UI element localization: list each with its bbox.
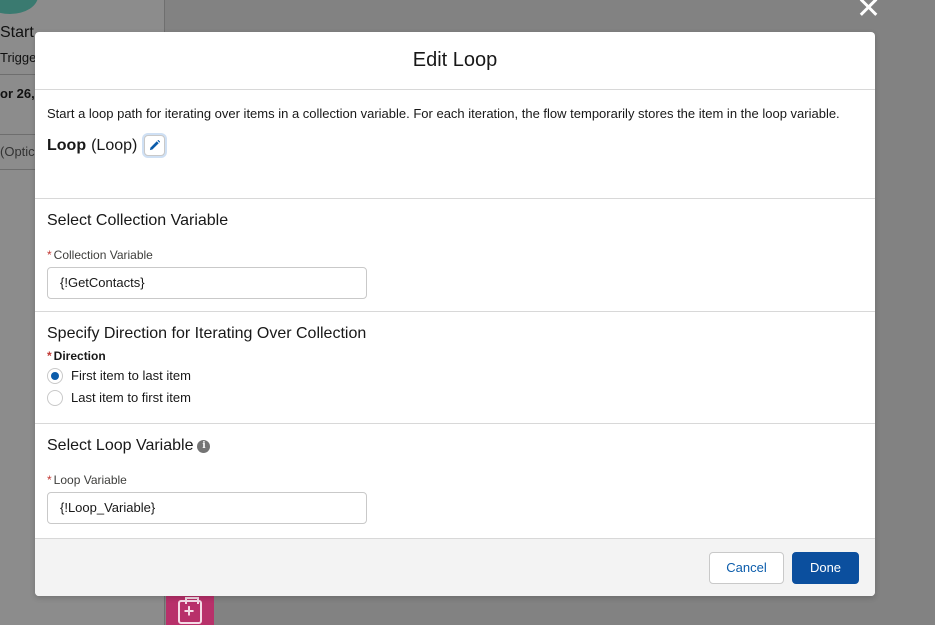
- loop-node-icon[interactable]: +: [166, 596, 214, 625]
- close-icon[interactable]: ✕: [856, 0, 881, 24]
- direction-section-title: Specify Direction for Iterating Over Col…: [47, 325, 367, 342]
- element-name-row: Loop (Loop): [47, 135, 863, 156]
- radio-label: Last item to first item: [71, 390, 191, 405]
- modal-description: Start a loop path for iterating over ite…: [47, 106, 840, 121]
- collection-variable-input[interactable]: {!GetContacts}: [47, 267, 367, 299]
- loop-variable-label-text: Loop Variable: [53, 473, 127, 487]
- collection-variable-label-text: Collection Variable: [53, 248, 153, 262]
- pencil-icon: [150, 140, 161, 151]
- collection-variable-label: * Collection Variable: [47, 247, 863, 263]
- collection-section: Select Collection Variable * Collection V…: [35, 199, 875, 312]
- direction-label: * Direction: [47, 348, 863, 364]
- collection-section-title: Select Collection Variable: [47, 212, 229, 229]
- start-node-label: Start: [0, 24, 34, 41]
- optional-label: (Optic: [0, 144, 35, 159]
- loop-variable-section-title: Select Loop Variable i: [47, 436, 863, 456]
- required-marker: *: [47, 248, 52, 262]
- element-name: Loop: [47, 136, 87, 154]
- radio-last-to-first[interactable]: Last item to first item: [47, 387, 863, 408]
- schedule-date-label: or 26,: [0, 86, 35, 101]
- radio-label: First item to last item: [71, 368, 191, 383]
- intro-section: Start a loop path for iterating over ite…: [35, 90, 875, 199]
- loop-variable-label: * Loop Variable: [47, 472, 863, 488]
- direction-section: Specify Direction for Iterating Over Col…: [35, 312, 875, 424]
- direction-label-text: Direction: [53, 349, 106, 363]
- modal-header: Edit Loop: [35, 32, 875, 90]
- loop-variable-section-title-text: Select Loop Variable: [47, 437, 194, 454]
- edit-loop-modal: Edit Loop Start a loop path for iteratin…: [35, 32, 875, 596]
- trigger-label: Trigge: [0, 50, 37, 65]
- edit-name-button[interactable]: [144, 135, 166, 156]
- loop-variable-input[interactable]: {!Loop_Variable}: [47, 492, 367, 524]
- modal-footer: Cancel Done: [35, 538, 875, 596]
- radio-button[interactable]: [47, 389, 63, 406]
- plus-icon: +: [183, 601, 195, 621]
- done-button[interactable]: Done: [792, 552, 859, 584]
- modal-title: Edit Loop: [412, 49, 498, 71]
- element-type: (Loop): [91, 136, 138, 154]
- info-icon[interactable]: i: [197, 439, 211, 453]
- required-marker: *: [47, 349, 52, 363]
- required-marker: *: [47, 473, 52, 487]
- radio-first-to-last[interactable]: First item to last item: [47, 365, 863, 386]
- loop-variable-section: Select Loop Variable i * Loop Variable {!…: [35, 424, 875, 539]
- cancel-button[interactable]: Cancel: [709, 552, 784, 584]
- radio-button-checked[interactable]: [47, 367, 63, 384]
